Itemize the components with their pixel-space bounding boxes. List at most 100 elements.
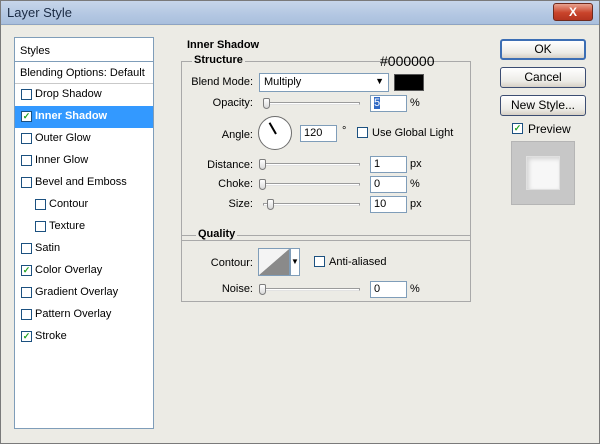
style-item-drop-shadow[interactable]: Drop Shadow [15, 84, 153, 106]
style-item-satin[interactable]: Satin [15, 238, 153, 260]
choke-value: 0 [374, 178, 381, 190]
style-checkbox[interactable]: ✓ [21, 111, 32, 122]
blending-options-item[interactable]: Blending Options: Default [15, 62, 153, 84]
noise-label: Noise: [221, 283, 253, 295]
close-button[interactable]: X [553, 3, 593, 21]
style-checkbox[interactable] [21, 177, 32, 188]
cancel-button[interactable]: Cancel [500, 67, 586, 88]
choke-slider[interactable] [263, 183, 360, 186]
contour-curve-icon [259, 249, 289, 275]
style-checkbox[interactable] [21, 89, 32, 100]
new-style-button[interactable]: New Style... [500, 95, 586, 116]
distance-label: Distance: [207, 159, 253, 171]
shadow-color-swatch[interactable] [394, 74, 424, 91]
blend-mode-value: Multiply [264, 76, 302, 88]
style-checkbox[interactable] [21, 287, 32, 298]
opacity-input[interactable]: 5 [370, 95, 407, 112]
opacity-label: Opacity: [212, 97, 253, 109]
size-label: Size: [228, 198, 253, 210]
choke-slider-thumb[interactable] [259, 179, 266, 190]
blend-mode-label: Blend Mode: [191, 76, 253, 88]
opacity-value: 5 [374, 97, 381, 109]
style-preview [511, 141, 575, 205]
chevron-down-icon: ▼ [291, 257, 299, 266]
use-global-light-checkbox[interactable] [357, 127, 368, 138]
opacity-unit: % [410, 97, 420, 109]
style-item-texture[interactable]: Texture [15, 216, 153, 238]
distance-value: 1 [374, 158, 381, 170]
window-title: Layer Style [7, 5, 73, 20]
angle-dial[interactable] [258, 116, 292, 150]
quality-title: Quality [196, 228, 238, 240]
size-unit: px [410, 198, 422, 210]
style-item-label: Pattern Overlay [35, 308, 112, 320]
style-checkbox[interactable] [21, 309, 32, 320]
title-bar[interactable]: Layer Style X [1, 1, 599, 25]
distance-slider[interactable] [263, 163, 360, 166]
structure-title: Structure [192, 54, 245, 66]
anti-aliased-label: Anti-aliased [329, 256, 387, 268]
styles-list: Styles Blending Options: Default Drop Sh… [14, 37, 154, 429]
style-item-label: Gradient Overlay [35, 286, 119, 298]
contour-dropdown-button[interactable]: ▼ [290, 248, 300, 276]
choke-input[interactable]: 0 [370, 176, 407, 193]
dialog-content: Styles Blending Options: Default Drop Sh… [1, 26, 599, 443]
blend-mode-dropdown[interactable]: Multiply ▼ [259, 73, 389, 92]
style-item-stroke[interactable]: ✓ Stroke [15, 326, 153, 348]
preview-swatch [526, 156, 560, 190]
style-item-gradient-overlay[interactable]: Gradient Overlay [15, 282, 153, 304]
distance-unit: px [410, 158, 422, 170]
noise-slider-thumb[interactable] [259, 284, 266, 295]
size-slider-thumb[interactable] [267, 199, 274, 210]
style-checkbox[interactable] [35, 221, 46, 232]
opacity-slider-thumb[interactable] [263, 98, 270, 109]
size-input[interactable]: 10 [370, 196, 407, 213]
style-item-inner-shadow[interactable]: ✓ Inner Shadow [15, 106, 153, 128]
style-checkbox[interactable] [21, 243, 32, 254]
contour-preview[interactable] [258, 248, 290, 276]
angle-unit: ° [342, 125, 347, 137]
angle-needle [268, 122, 277, 135]
choke-label: Choke: [218, 178, 253, 190]
style-item-inner-glow[interactable]: Inner Glow [15, 150, 153, 172]
size-value: 10 [374, 198, 387, 210]
style-item-pattern-overlay[interactable]: Pattern Overlay [15, 304, 153, 326]
style-checkbox[interactable]: ✓ [21, 331, 32, 342]
color-hex-label: #000000 [380, 53, 435, 69]
style-item-label: Color Overlay [35, 264, 103, 276]
preview-checkbox[interactable]: ✓ [512, 123, 523, 134]
angle-value: 120 [304, 127, 323, 139]
style-item-label: Inner Shadow [35, 110, 108, 122]
noise-value: 0 [374, 283, 381, 295]
section-title: Inner Shadow [187, 39, 260, 51]
angle-input[interactable]: 120 [300, 125, 337, 142]
use-global-light-label: Use Global Light [372, 127, 454, 139]
style-item-label: Drop Shadow [35, 88, 102, 100]
style-item-outer-glow[interactable]: Outer Glow [15, 128, 153, 150]
style-item-label: Stroke [35, 330, 67, 342]
style-checkbox[interactable] [35, 199, 46, 210]
size-slider[interactable] [263, 203, 360, 206]
styles-header[interactable]: Styles [15, 38, 153, 62]
style-item-bevel-and-emboss[interactable]: Bevel and Emboss [15, 172, 153, 194]
opacity-slider[interactable] [263, 102, 360, 105]
style-item-label: Inner Glow [35, 154, 89, 166]
contour-label: Contour: [210, 257, 253, 269]
style-item-label: Contour [49, 198, 89, 210]
style-item-label: Bevel and Emboss [35, 176, 127, 188]
ok-button[interactable]: OK [500, 39, 586, 60]
distance-slider-thumb[interactable] [259, 159, 266, 170]
angle-label: Angle: [221, 129, 253, 141]
style-checkbox[interactable] [21, 133, 32, 144]
layer-style-dialog: Layer Style X Styles Blending Options: D… [0, 0, 600, 444]
style-item-contour[interactable]: Contour [15, 194, 153, 216]
anti-aliased-checkbox[interactable] [314, 256, 325, 267]
style-checkbox[interactable]: ✓ [21, 265, 32, 276]
style-checkbox[interactable] [21, 155, 32, 166]
noise-slider[interactable] [263, 288, 360, 291]
style-item-color-overlay[interactable]: ✓ Color Overlay [15, 260, 153, 282]
style-item-label: Outer Glow [35, 132, 91, 144]
noise-input[interactable]: 0 [370, 281, 407, 298]
distance-input[interactable]: 1 [370, 156, 407, 173]
chevron-down-icon: ▼ [375, 76, 384, 86]
